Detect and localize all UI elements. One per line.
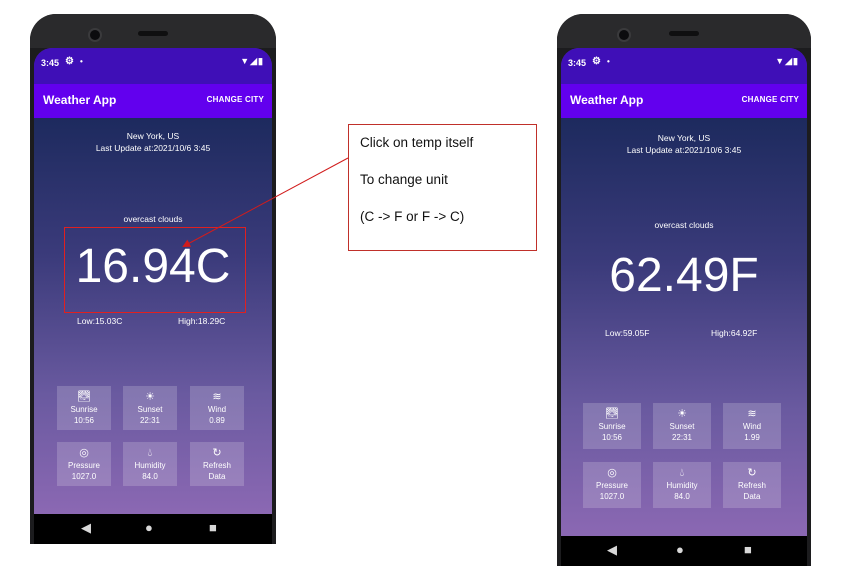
arrow-line — [182, 157, 349, 247]
annotation-arrow — [182, 157, 349, 247]
